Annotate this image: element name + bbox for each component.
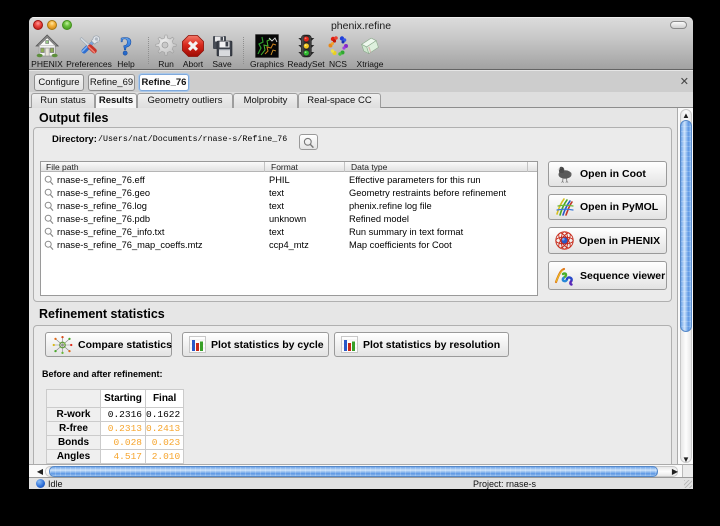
svg-text:?: ? [120, 34, 133, 58]
